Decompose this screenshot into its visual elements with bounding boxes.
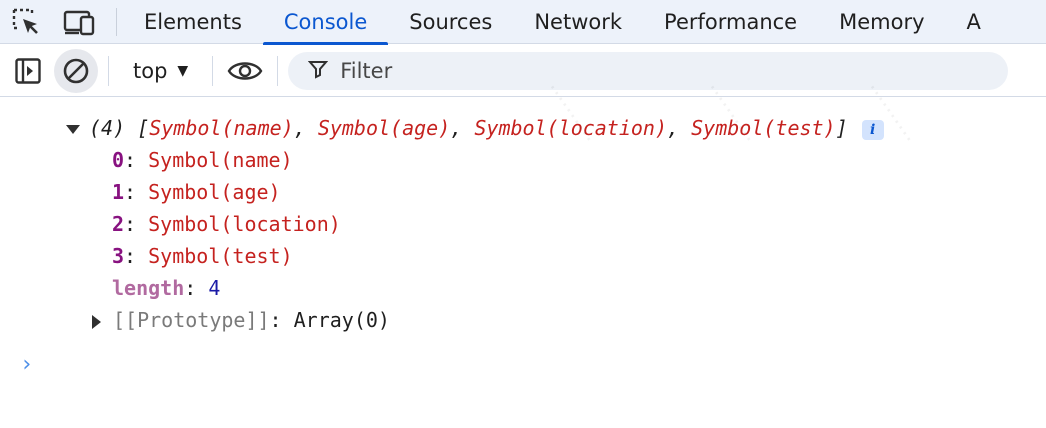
- prototype-value: Array(0): [293, 308, 390, 332]
- live-expression-eye-icon[interactable]: [223, 49, 267, 93]
- context-selector[interactable]: top ▼: [119, 51, 202, 91]
- open-bracket: [: [137, 116, 150, 140]
- array-entry: 2: Symbol(location): [112, 212, 341, 236]
- inspect-element-icon[interactable]: [0, 0, 52, 44]
- tab-memory[interactable]: Memory: [818, 0, 945, 44]
- collapse-triangle-icon[interactable]: [92, 314, 101, 329]
- console-prompt-chevron-icon[interactable]: ›: [20, 352, 33, 377]
- tab-console[interactable]: Console: [262, 0, 389, 45]
- length-value: 4: [208, 276, 221, 300]
- clear-console-icon[interactable]: [54, 48, 98, 93]
- filter-input[interactable]: [340, 58, 981, 83]
- entry-key: 0: [112, 148, 125, 172]
- tab-performance[interactable]: Performance: [643, 0, 818, 44]
- entry-value: Symbol(test): [148, 244, 293, 268]
- entry-value: Symbol(age): [148, 180, 281, 204]
- filter-box: [288, 51, 1009, 90]
- entry-value: Symbol(location): [148, 212, 341, 236]
- tab-elements[interactable]: Elements: [123, 0, 263, 44]
- length-entry: length: 4: [112, 276, 221, 300]
- array-summary-row[interactable]: (4) [Symbol(name), Symbol(age), Symbol(l…: [66, 112, 884, 144]
- toolbar-divider: [212, 55, 214, 86]
- length-key: length: [112, 276, 185, 300]
- tab-bar-divider: [116, 8, 117, 36]
- context-label: top: [133, 58, 168, 83]
- console-toolbar: top ▼: [0, 45, 1046, 97]
- summary-item: Symbol(test): [691, 116, 836, 140]
- entry-value: Symbol(name): [148, 148, 293, 172]
- toolbar-divider: [277, 55, 279, 86]
- prototype-row[interactable]: [[Prototype]]: Array(0): [92, 304, 390, 336]
- prototype-key: [[Prototype]]: [113, 308, 270, 332]
- array-count: (4): [89, 116, 126, 140]
- device-toolbar-icon[interactable]: [52, 0, 108, 44]
- array-entry: 0: Symbol(name): [112, 148, 293, 172]
- sidebar-toggle-icon[interactable]: [6, 49, 50, 93]
- entry-key: 2: [112, 212, 125, 236]
- summary-item: Symbol(name): [149, 116, 294, 140]
- tab-sources[interactable]: Sources: [388, 0, 513, 44]
- close-bracket: ]: [835, 116, 848, 140]
- devtools-tab-bar: Elements Console Sources Network Perform…: [0, 0, 1046, 45]
- toolbar-divider: [108, 55, 109, 86]
- entry-key: 3: [112, 244, 125, 268]
- array-entry: 3: Symbol(test): [112, 244, 293, 268]
- filter-funnel-icon: [308, 59, 329, 83]
- tab-network[interactable]: Network: [513, 0, 643, 44]
- entry-key: 1: [112, 180, 125, 204]
- console-output: (4) [Symbol(name), Symbol(age), Symbol(l…: [0, 78, 1046, 428]
- expand-triangle-icon[interactable]: [66, 125, 80, 134]
- summary-item: Symbol(location): [474, 116, 668, 140]
- info-icon[interactable]: i: [861, 119, 884, 140]
- caret-down-icon: ▼: [177, 62, 189, 79]
- tab-overflow[interactable]: A: [946, 0, 1002, 44]
- summary-item: Symbol(age): [317, 116, 451, 140]
- array-entry: 1: Symbol(age): [112, 180, 281, 204]
